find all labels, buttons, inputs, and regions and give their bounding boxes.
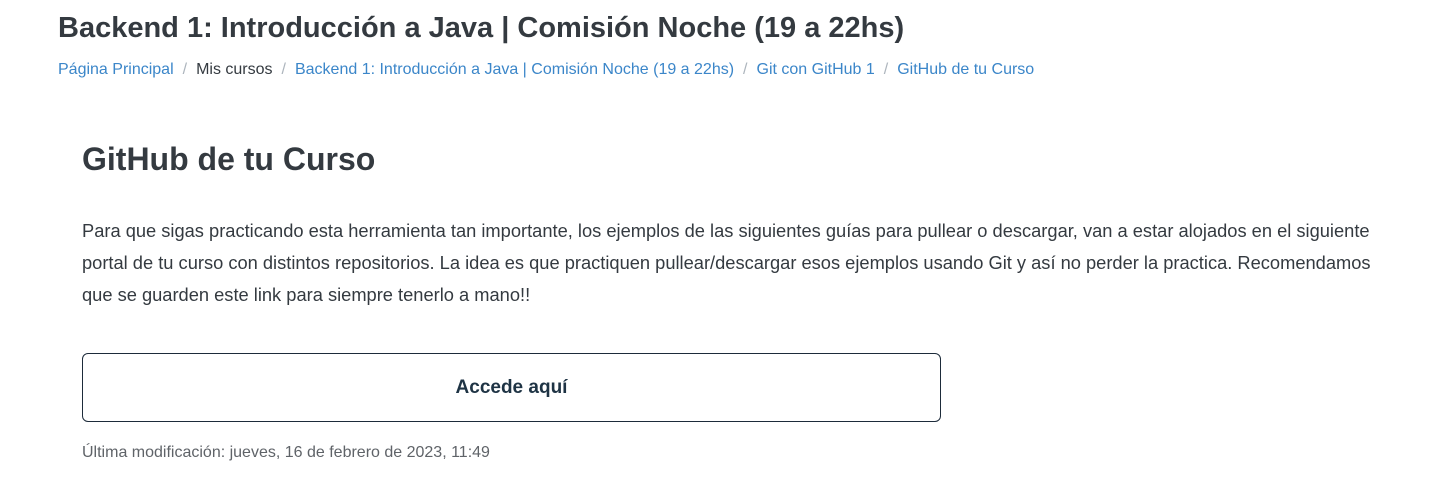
page: Backend 1: Introducción a Java | Comisió… bbox=[0, 0, 1447, 490]
breadcrumb-separator: / bbox=[743, 61, 748, 78]
breadcrumb: Página Principal / Mis cursos / Backend … bbox=[58, 60, 1427, 80]
course-title: Backend 1: Introducción a Java | Comisió… bbox=[58, 12, 905, 44]
breadcrumb-activity-link[interactable]: GitHub de tu Curso bbox=[897, 60, 1034, 80]
last-modified-text: Última modificación: jueves, 16 de febre… bbox=[82, 444, 490, 461]
course-header: Backend 1: Introducción a Java | Comisió… bbox=[58, 9, 1427, 80]
activity-title: GitHub de tu Curso bbox=[82, 141, 376, 177]
activity-content: GitHub de tu Curso Para que sigas practi… bbox=[82, 138, 1402, 463]
breadcrumb-separator: / bbox=[883, 61, 889, 78]
breadcrumb-separator: / bbox=[182, 61, 188, 78]
access-button[interactable]: Accede aquí bbox=[82, 353, 941, 422]
breadcrumb-section-link[interactable]: Git con GitHub 1 bbox=[757, 60, 875, 80]
breadcrumb-home-link[interactable]: Página Principal bbox=[58, 60, 174, 80]
breadcrumb-separator: / bbox=[281, 61, 286, 78]
activity-description: Para que sigas practicando esta herramie… bbox=[82, 220, 1371, 305]
access-button-label: Accede aquí bbox=[455, 376, 568, 398]
breadcrumb-course-link[interactable]: Backend 1: Introducción a Java | Comisió… bbox=[295, 60, 734, 80]
breadcrumb-my-courses: Mis cursos bbox=[196, 61, 273, 78]
